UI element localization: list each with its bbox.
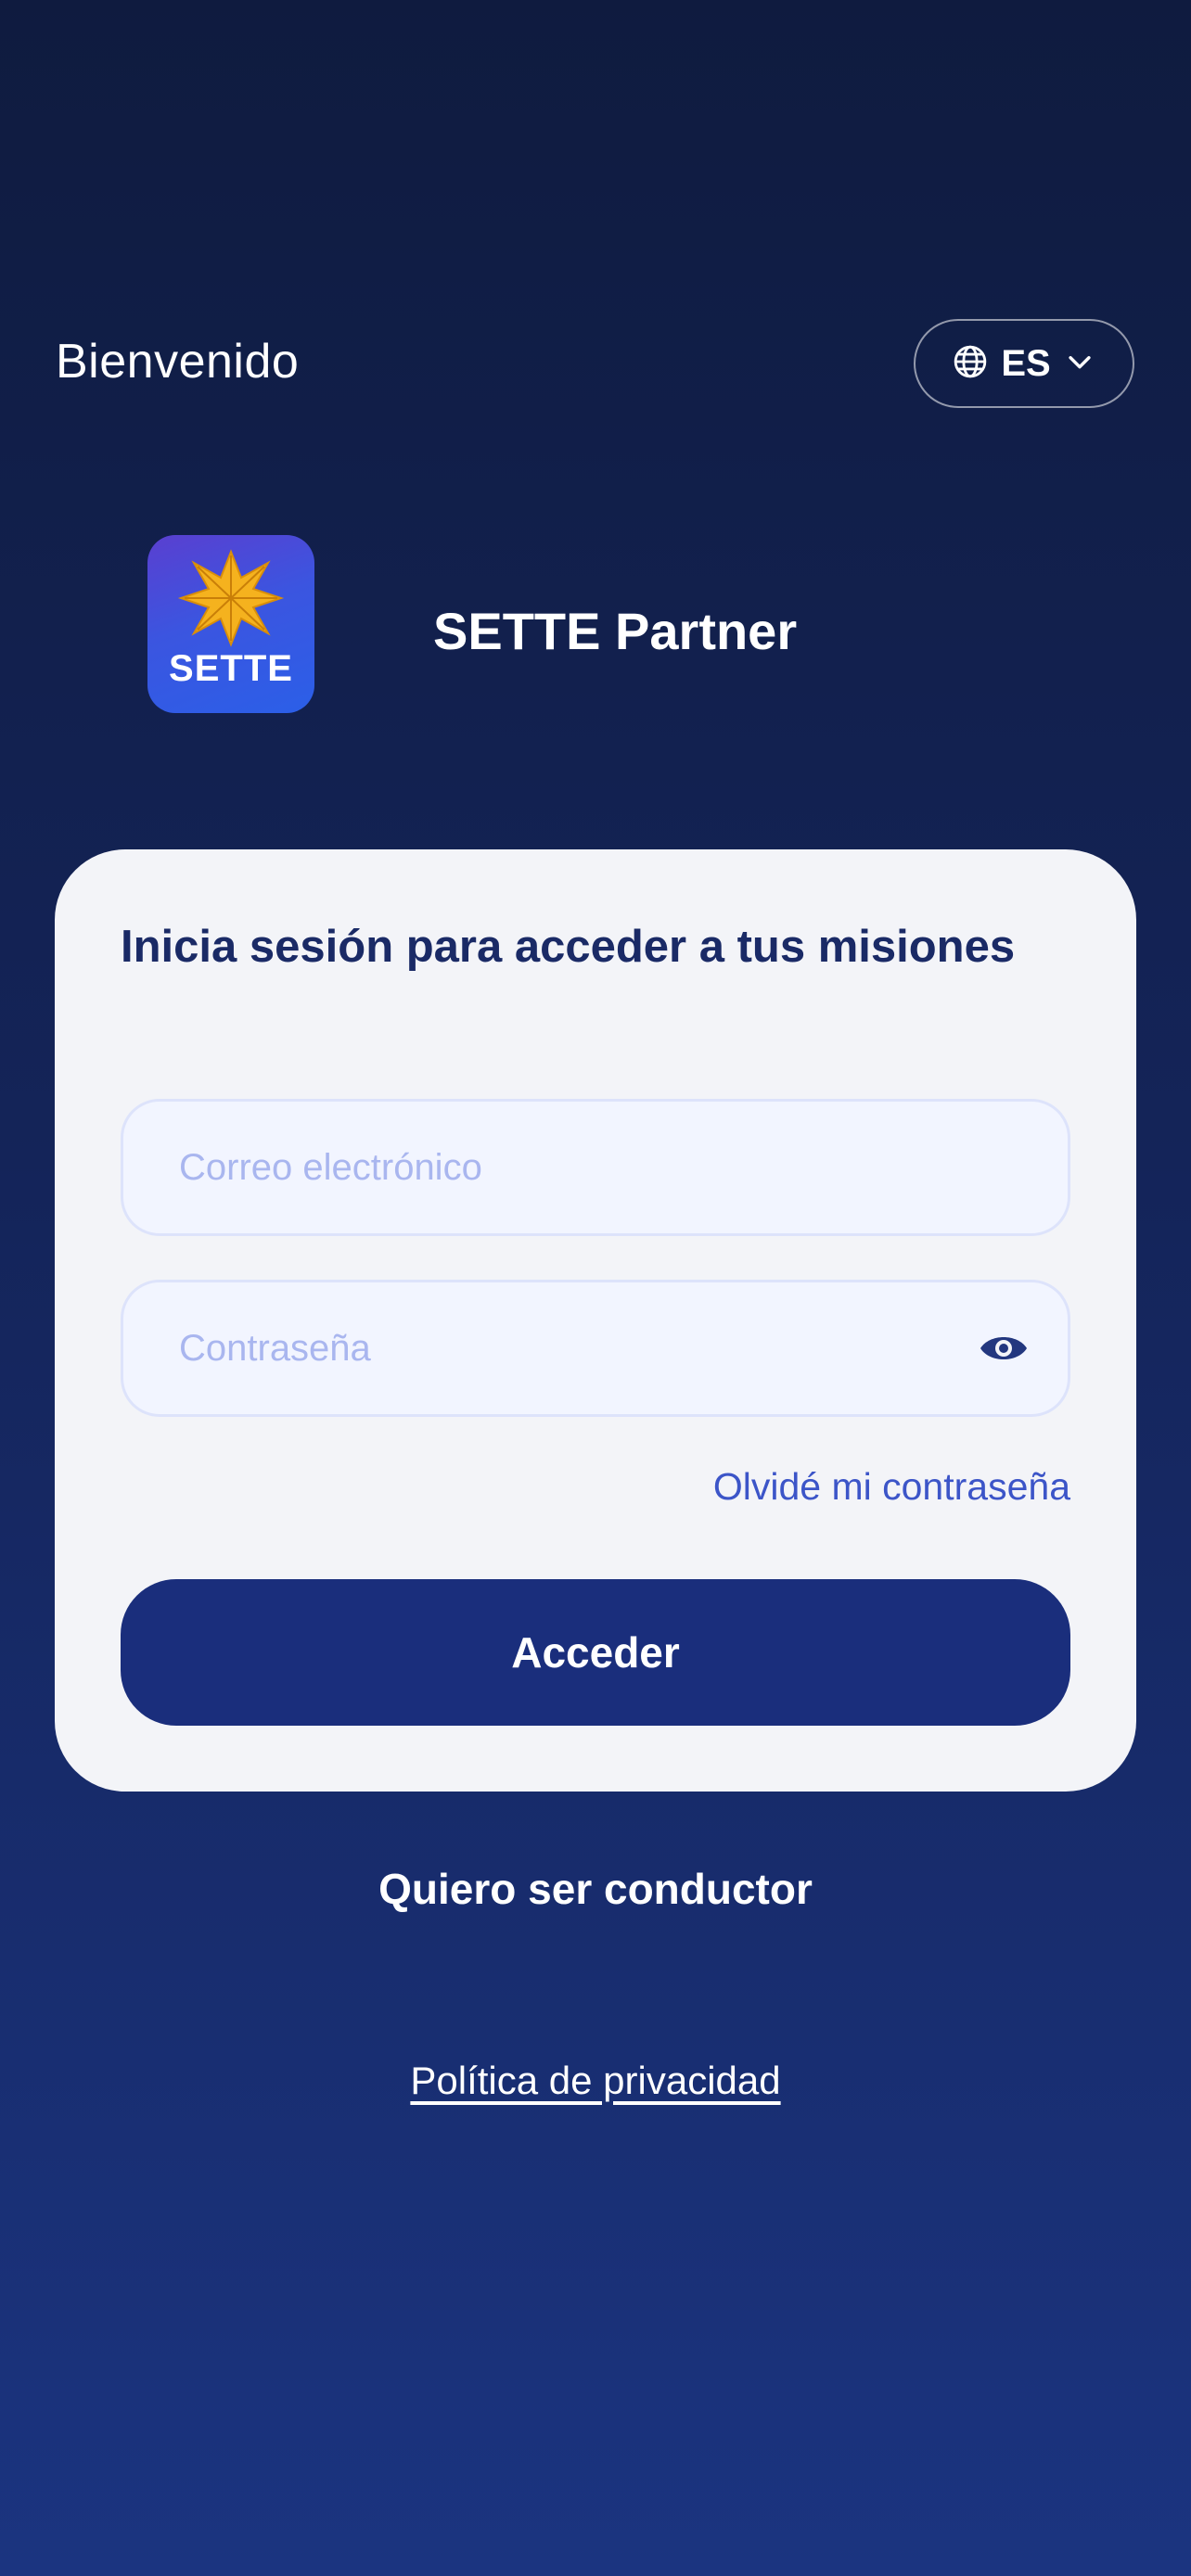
globe-icon [953,344,988,384]
eye-icon[interactable] [976,1320,1031,1376]
language-label: ES [1001,342,1051,384]
forgot-password-link[interactable]: Olvidé mi contraseña [713,1465,1070,1509]
email-field[interactable] [121,1099,1070,1236]
driver-signup-link[interactable]: Quiero ser conductor [0,1864,1191,1914]
login-title: Inicia sesión para acceder a tus misione… [121,922,1016,972]
chevron-down-icon [1064,346,1095,382]
login-card: Inicia sesión para acceder a tus misione… [55,849,1136,1792]
app-logo: SETTE [147,535,314,713]
privacy-policy-link[interactable]: Política de privacidad [0,2059,1191,2103]
language-selector[interactable]: ES [914,319,1134,408]
app-name: SETTE Partner [433,602,798,660]
login-button[interactable]: Acceder [121,1579,1070,1726]
logo-text: SETTE [169,648,293,689]
password-field[interactable] [121,1280,1070,1417]
welcome-title: Bienvenido [56,335,300,389]
